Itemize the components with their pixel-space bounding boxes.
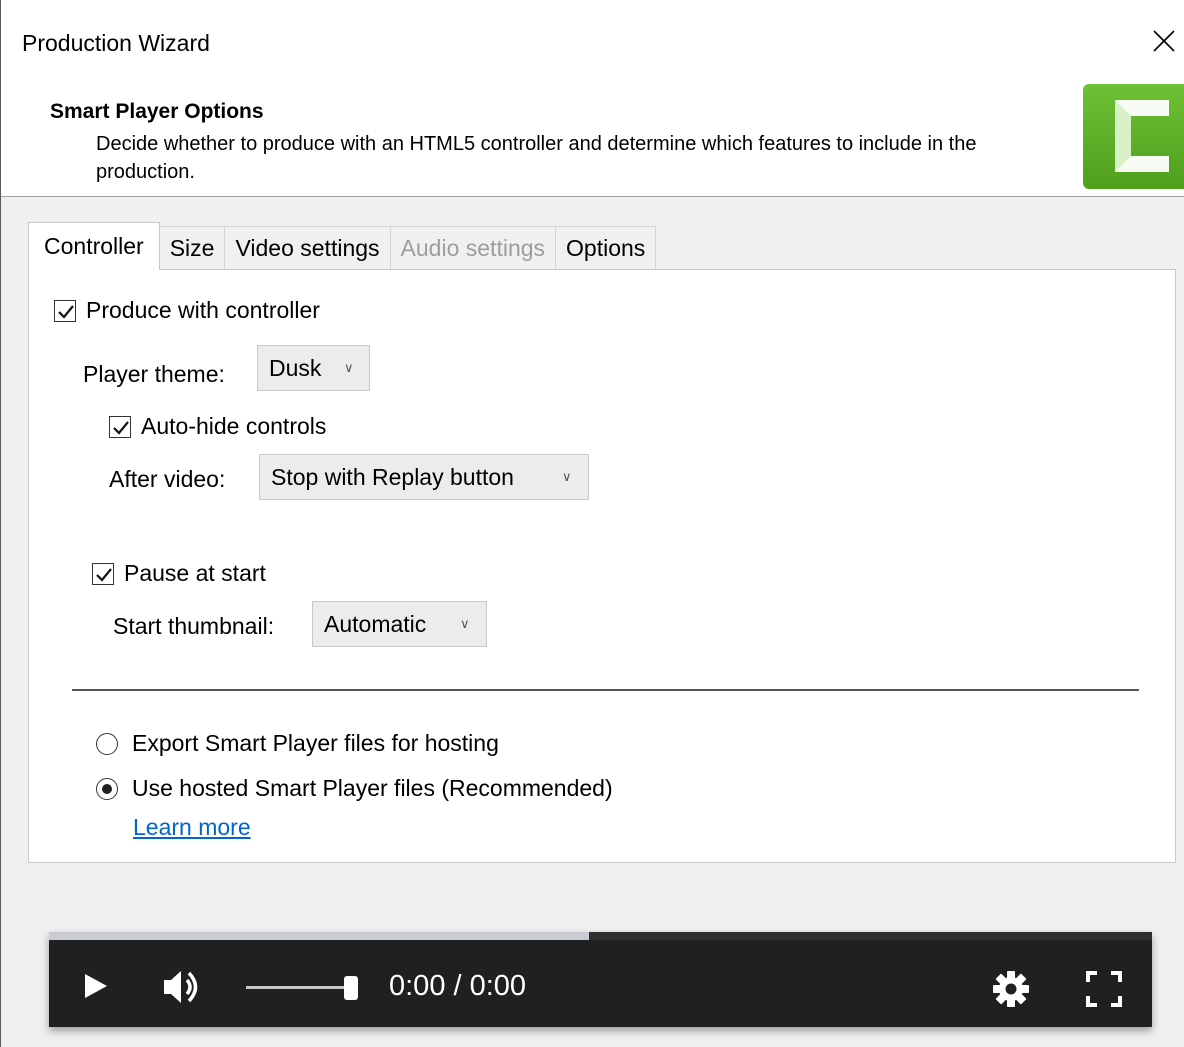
checkbox-label: Auto-hide controls <box>141 413 327 439</box>
select-value: Automatic <box>324 611 427 637</box>
fullscreen-icon[interactable] <box>1085 970 1123 1013</box>
tab-size[interactable]: Size <box>158 226 226 270</box>
volume-slider[interactable] <box>246 976 358 1000</box>
play-icon[interactable] <box>83 972 109 1005</box>
chevron-down-icon: ∨ <box>562 469 572 484</box>
progress-bar[interactable] <box>49 932 1152 940</box>
tab-audio-settings: Audio settings <box>389 226 557 270</box>
start-thumbnail-label: Start thumbnail: <box>113 613 275 639</box>
after-video-select[interactable]: Stop with Replay button ∨ <box>259 454 589 500</box>
wizard-header: Smart Player Options Decide whether to p… <box>1 82 1184 197</box>
page-description: Decide whether to produce with an HTML5 … <box>96 133 977 183</box>
player-theme-label: Player theme: <box>83 361 225 387</box>
gear-icon[interactable] <box>991 969 1031 1014</box>
radio-circle <box>96 777 118 800</box>
radio-label: Export Smart Player files for hosting <box>132 730 499 756</box>
export-smart-player-radio[interactable]: Export Smart Player files for hosting <box>96 730 499 757</box>
radio-dot <box>102 783 112 794</box>
after-video-label: After video: <box>109 466 226 492</box>
start-thumbnail-select[interactable]: Automatic ∨ <box>312 601 487 647</box>
produce-with-controller-checkbox[interactable]: Produce with controller <box>54 297 320 324</box>
checkbox-label: Produce with controller <box>86 297 320 323</box>
radio-circle <box>96 732 118 755</box>
camtasia-logo-icon <box>1083 84 1184 189</box>
select-value: Dusk <box>269 355 322 381</box>
page-title: Smart Player Options <box>50 100 264 123</box>
window-title: Production Wizard <box>22 30 210 56</box>
checkbox-box <box>92 562 114 585</box>
title-bar: Production Wizard <box>1 0 1184 82</box>
progress-fill <box>49 932 590 940</box>
time-display: 0:00 / 0:00 <box>389 970 527 1002</box>
controller-panel: Produce with controller Player theme: Du… <box>28 269 1176 863</box>
tab-strip: Controller Size Video settings Audio set… <box>28 222 657 270</box>
select-value: Stop with Replay button <box>271 464 514 490</box>
checkbox-box <box>109 415 131 438</box>
tab-controller[interactable]: Controller <box>28 222 160 270</box>
player-theme-select[interactable]: Dusk ∨ <box>257 345 370 391</box>
checkbox-box <box>54 299 76 322</box>
pause-at-start-checkbox[interactable]: Pause at start <box>92 560 266 587</box>
volume-icon[interactable] <box>161 968 203 1011</box>
learn-more-link[interactable]: Learn more <box>133 814 251 841</box>
tab-options[interactable]: Options <box>555 226 657 270</box>
tab-video-settings[interactable]: Video settings <box>224 226 391 270</box>
player-preview: 0:00 / 0:00 <box>49 932 1152 1027</box>
auto-hide-controls-checkbox[interactable]: Auto-hide controls <box>109 413 326 440</box>
production-wizard-window: Production Wizard Smart Player Options D… <box>0 0 1184 1047</box>
close-icon[interactable] <box>1149 26 1179 56</box>
section-divider <box>72 689 1139 691</box>
chevron-down-icon: ∨ <box>460 616 470 631</box>
use-hosted-smart-player-radio[interactable]: Use hosted Smart Player files (Recommend… <box>96 775 613 802</box>
chevron-down-icon: ∨ <box>344 360 354 375</box>
checkbox-label: Pause at start <box>124 560 266 586</box>
volume-slider-knob[interactable] <box>344 976 358 1000</box>
radio-label: Use hosted Smart Player files (Recommend… <box>132 775 613 801</box>
